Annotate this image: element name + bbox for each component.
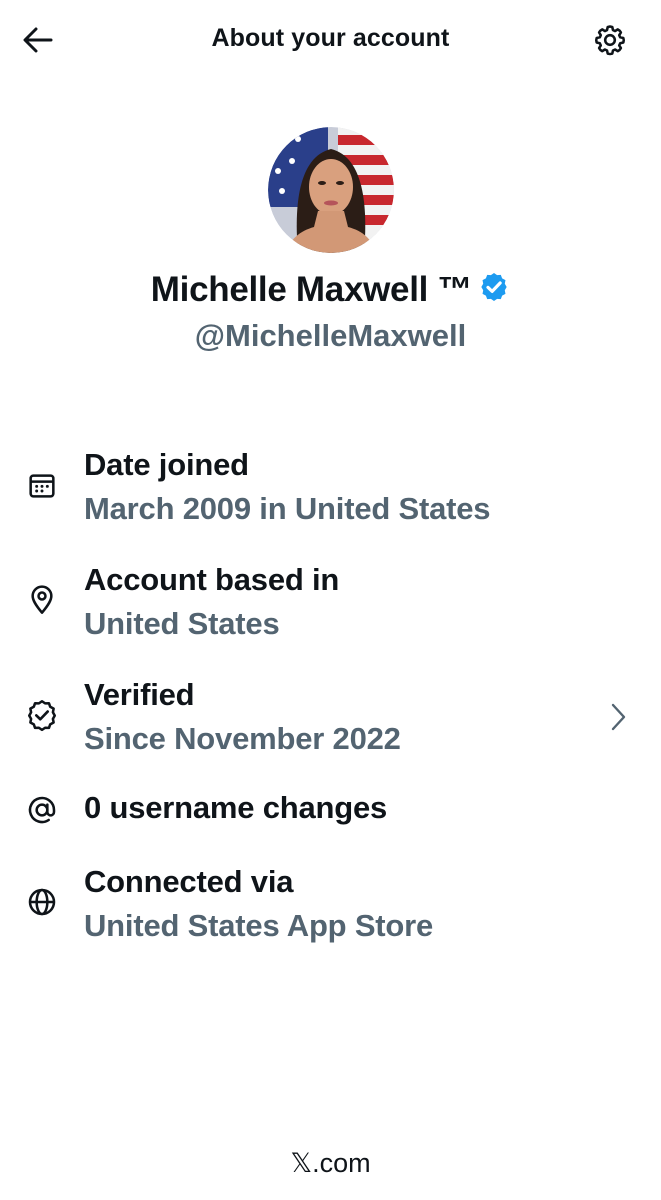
account-based-in-row: Account based in United States xyxy=(0,560,661,645)
settings-button[interactable] xyxy=(588,19,632,61)
footer-domain: 𝕏.com xyxy=(290,1148,371,1178)
connected-via-row: Connected via United States App Store xyxy=(0,862,661,947)
globe-icon xyxy=(24,884,60,920)
display-name-row: Michelle Maxwell ™ xyxy=(0,270,661,310)
page-title: About your account xyxy=(211,24,450,52)
account-based-in-title: Account based in xyxy=(84,562,340,597)
username-changes-text: 0 username changes xyxy=(84,790,388,825)
date-joined-title: Date joined xyxy=(84,447,249,482)
verified-value: Since November 2022 xyxy=(84,721,401,756)
avatar[interactable] xyxy=(268,127,394,253)
username-changes-row: 0 username changes xyxy=(0,790,661,832)
at-sign-icon xyxy=(24,792,60,828)
verified-badge-icon xyxy=(481,273,507,301)
connected-via-value: United States App Store xyxy=(84,908,434,943)
chevron-right-icon xyxy=(604,699,632,735)
connected-via-title: Connected via xyxy=(84,864,294,899)
display-name: Michelle Maxwell ™ xyxy=(150,270,473,309)
account-based-in-value: United States xyxy=(84,606,280,641)
calendar-icon xyxy=(24,467,60,503)
verified-check-icon xyxy=(24,697,60,733)
location-pin-icon xyxy=(24,582,60,618)
avatar-image xyxy=(268,127,394,253)
verified-row[interactable]: Verified Since November 2022 xyxy=(0,675,661,760)
gear-icon xyxy=(594,25,626,56)
top-bar: About your account xyxy=(0,0,661,80)
date-joined-value: March 2009 in United States xyxy=(84,491,491,526)
date-joined-row: Date joined March 2009 in United States xyxy=(0,445,661,530)
verified-title: Verified xyxy=(84,677,195,712)
user-handle: @MichelleMaxwell xyxy=(194,318,467,353)
